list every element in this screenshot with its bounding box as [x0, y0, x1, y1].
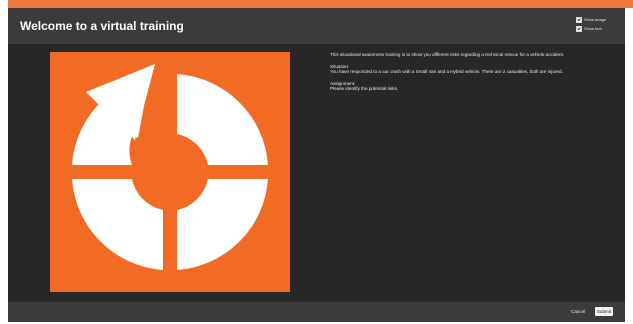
training-window: Welcome to a virtual training Show image… [8, 8, 625, 322]
show-text-checkbox[interactable] [576, 25, 582, 32]
header-bar: Welcome to a virtual training Show image… [8, 8, 625, 44]
refresh-cycle-icon [72, 64, 268, 270]
display-options: Show image Show text [576, 16, 622, 34]
cancel-button[interactable]: Cancel [571, 309, 585, 314]
assignment-block: Assignment: Please identify the potentia… [330, 81, 620, 92]
situation-block: Situation: You have responded to a car c… [330, 64, 620, 75]
top-accent-gap [0, 0, 8, 8]
intro-text: This situational awareness training is t… [330, 52, 565, 57]
show-text-label: Show text [584, 26, 602, 31]
page-title: Welcome to a virtual training [20, 19, 184, 33]
show-image-option[interactable]: Show image [576, 16, 622, 23]
show-image-checkbox[interactable] [576, 16, 582, 23]
scenario-description: This situational awareness training is t… [330, 52, 620, 98]
hero-image [50, 52, 290, 292]
assignment-text: Please identify the potential risks. [330, 86, 399, 92]
top-accent-bar [0, 0, 633, 8]
show-image-label: Show image [584, 17, 607, 22]
footer-bar: Cancel Submit [8, 302, 625, 322]
situation-text: You have responded to a car crash with a… [330, 69, 563, 75]
show-text-option[interactable]: Show text [576, 25, 622, 32]
submit-button[interactable]: Submit [595, 307, 613, 316]
